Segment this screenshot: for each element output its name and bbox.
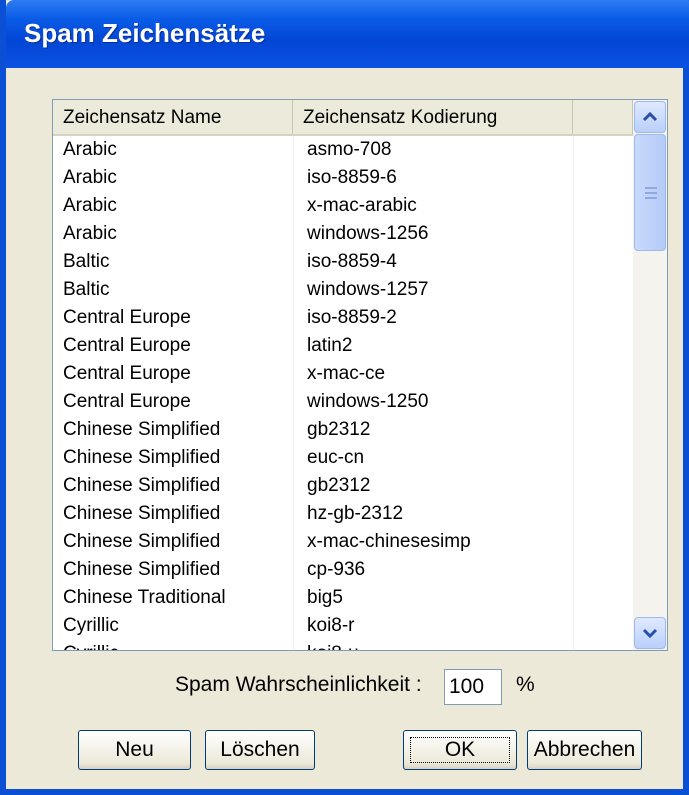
charset-name-cell: Chinese Traditional bbox=[63, 587, 226, 608]
charset-encoding-cell: gb2312 bbox=[307, 475, 371, 496]
list-rows: Arabic asmo-708 Arabic iso-8859-6 Arabic x-ma… bbox=[53, 136, 633, 650]
scroll-up-button[interactable] bbox=[634, 101, 666, 133]
table-row[interactable]: Chinese Simplified gb2312 bbox=[53, 416, 633, 444]
chevron-down-icon bbox=[642, 628, 658, 639]
table-row[interactable]: Chinese Simplified gb2312 bbox=[53, 472, 633, 500]
charset-name-cell: Central Europe bbox=[63, 307, 191, 328]
charset-name-cell: Central Europe bbox=[63, 363, 191, 384]
table-row[interactable]: Baltic windows-1257 bbox=[53, 276, 633, 304]
charset-name-cell: Chinese Simplified bbox=[63, 531, 221, 552]
list-header: Zeichensatz Name Zeichensatz Kodierung bbox=[53, 100, 633, 136]
table-row[interactable]: Chinese Simplified euc-cn bbox=[53, 444, 633, 472]
charset-name-cell: Central Europe bbox=[63, 335, 191, 356]
scroll-thumb[interactable] bbox=[634, 134, 666, 251]
charset-encoding-cell: iso-8859-4 bbox=[307, 251, 397, 272]
charset-encoding-cell: iso-8859-6 bbox=[307, 167, 397, 188]
delete-button[interactable]: Löschen bbox=[205, 730, 315, 770]
table-row[interactable]: Cyrillic koi8-r bbox=[53, 612, 633, 640]
charset-encoding-cell: koi8-r bbox=[307, 615, 355, 636]
table-row[interactable]: Chinese Simplified x-mac-chinesesimp bbox=[53, 528, 633, 556]
charset-encoding-cell: big5 bbox=[307, 587, 343, 608]
charset-name-cell: Chinese Simplified bbox=[63, 475, 221, 496]
vertical-scrollbar[interactable] bbox=[633, 100, 667, 650]
grip-line bbox=[645, 187, 657, 189]
percent-sign: % bbox=[516, 673, 535, 696]
charset-encoding-cell: windows-1257 bbox=[307, 279, 429, 300]
probability-label: Spam Wahrscheinlichkeit : bbox=[175, 673, 422, 696]
charset-name-cell: Baltic bbox=[63, 279, 110, 300]
table-row[interactable]: Chinese Traditional big5 bbox=[53, 584, 633, 612]
charset-name-cell: Cyrillic bbox=[63, 615, 119, 636]
grip-line bbox=[645, 192, 657, 194]
window-title: Spam Zeichensätze bbox=[24, 18, 266, 48]
table-row[interactable]: Central Europe windows-1250 bbox=[53, 388, 633, 416]
charset-encoding-cell: cp-936 bbox=[307, 559, 366, 580]
dialog-window: Spam Zeichensätze Zeichensatz Name Zeich… bbox=[0, 0, 689, 795]
table-row[interactable]: Arabic windows-1256 bbox=[53, 220, 633, 248]
title-bar[interactable]: Spam Zeichensätze bbox=[6, 0, 689, 68]
table-row[interactable]: Central Europe iso-8859-2 bbox=[53, 304, 633, 332]
charset-name-cell: Chinese Simplified bbox=[63, 447, 221, 468]
new-button[interactable]: Neu bbox=[78, 730, 191, 770]
probability-input[interactable] bbox=[444, 669, 502, 705]
ok-button[interactable]: OK bbox=[403, 730, 517, 770]
charset-name-cell: Baltic bbox=[63, 251, 110, 272]
column-header-filler bbox=[573, 100, 633, 134]
charset-encoding-cell: asmo-708 bbox=[307, 139, 392, 160]
charset-list[interactable]: Zeichensatz Name Zeichensatz Kodierung A… bbox=[52, 99, 668, 651]
charset-name-cell: Arabic bbox=[63, 167, 117, 188]
charset-encoding-cell: hz-gb-2312 bbox=[307, 503, 404, 524]
charset-encoding-cell: x-mac-arabic bbox=[307, 195, 417, 216]
charset-name-cell: Central Europe bbox=[63, 391, 191, 412]
table-row[interactable]: Arabic asmo-708 bbox=[53, 136, 633, 164]
focus-rectangle bbox=[410, 737, 510, 763]
charset-encoding-cell: x-mac-chinesesimp bbox=[307, 531, 471, 552]
cancel-button[interactable]: Abbrechen bbox=[527, 730, 642, 770]
charset-encoding-cell: euc-cn bbox=[307, 447, 365, 468]
charset-encoding-cell: windows-1250 bbox=[307, 391, 429, 412]
charset-name-cell: Chinese Simplified bbox=[63, 503, 221, 524]
charset-name-cell: Chinese Simplified bbox=[63, 559, 221, 580]
table-row[interactable]: Cyrillic koi8-u bbox=[53, 640, 633, 650]
grip-line bbox=[645, 197, 657, 199]
charset-name-cell: Arabic bbox=[63, 139, 117, 160]
table-row[interactable]: Arabic x-mac-arabic bbox=[53, 192, 633, 220]
charset-encoding-cell: iso-8859-2 bbox=[307, 307, 397, 328]
column-header-name[interactable]: Zeichensatz Name bbox=[53, 100, 293, 134]
table-row[interactable]: Chinese Simplified cp-936 bbox=[53, 556, 633, 584]
charset-name-cell: Cyrillic bbox=[63, 640, 119, 650]
column-header-encoding[interactable]: Zeichensatz Kodierung bbox=[293, 100, 573, 134]
chevron-up-icon bbox=[642, 111, 658, 122]
charset-name-cell: Arabic bbox=[63, 223, 117, 244]
charset-encoding-cell: windows-1256 bbox=[307, 223, 429, 244]
charset-encoding-cell: x-mac-ce bbox=[307, 363, 386, 384]
table-row[interactable]: Chinese Simplified hz-gb-2312 bbox=[53, 500, 633, 528]
charset-encoding-cell: gb2312 bbox=[307, 419, 371, 440]
charset-encoding-cell: koi8-u bbox=[307, 640, 359, 650]
table-row[interactable]: Baltic iso-8859-4 bbox=[53, 248, 633, 276]
table-row[interactable]: Central Europe x-mac-ce bbox=[53, 360, 633, 388]
charset-encoding-cell: latin2 bbox=[307, 335, 353, 356]
charset-name-cell: Arabic bbox=[63, 195, 117, 216]
charset-name-cell: Chinese Simplified bbox=[63, 419, 221, 440]
scroll-down-button[interactable] bbox=[634, 617, 666, 649]
table-row[interactable]: Arabic iso-8859-6 bbox=[53, 164, 633, 192]
table-row[interactable]: Central Europe latin2 bbox=[53, 332, 633, 360]
